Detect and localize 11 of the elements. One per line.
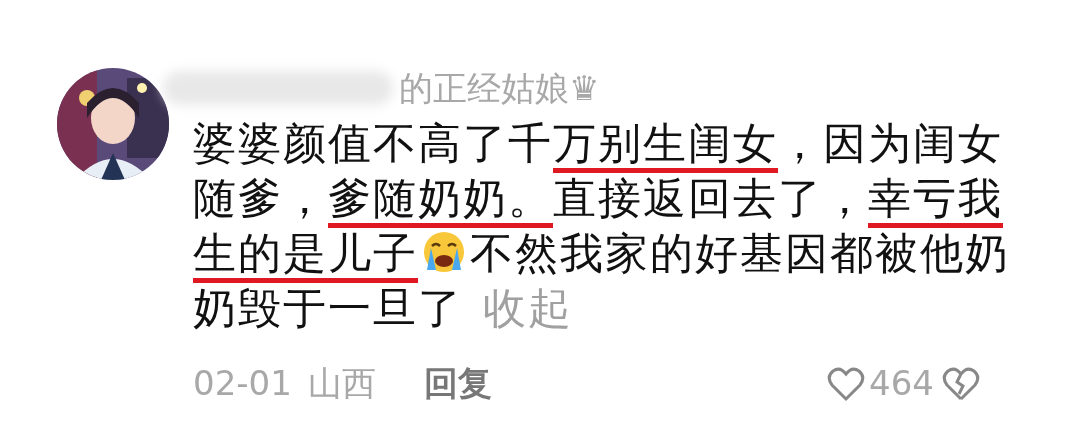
like-count: 464 (869, 362, 934, 405)
broken-heart-icon[interactable] (942, 365, 980, 402)
comment-date: 02-01 (193, 362, 292, 405)
crying-emoji-icon (422, 230, 466, 274)
comment-text: 婆婆颜值不高了千万别生闺女，因为闺女随爹，爹随奶奶。直接返回去了，幸亏我生的是儿子 不然我家的好基因都被他奶奶毁于一旦了 收起 (193, 117, 1011, 335)
reply-button[interactable]: 回复 (423, 358, 492, 409)
collapse-link[interactable]: 收起 (483, 283, 573, 333)
comment-location: 山西 (307, 362, 376, 405)
crown-icon: ♛ (569, 68, 600, 108)
like-icon[interactable] (827, 365, 866, 402)
username[interactable]: 的正经姑娘 (399, 68, 569, 108)
